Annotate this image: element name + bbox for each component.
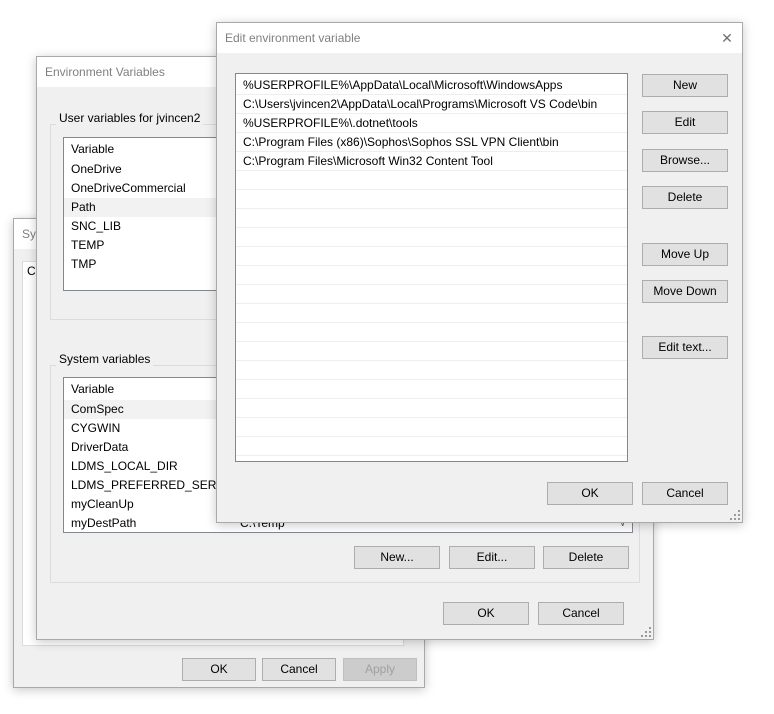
system-delete-button[interactable]: Delete [543, 546, 629, 569]
resize-grip-icon[interactable] [730, 510, 740, 520]
cancel-button[interactable]: Cancel [262, 658, 336, 681]
path-entry-row[interactable]: C:\Program Files\Microsoft Win32 Content… [236, 152, 627, 171]
empty-row[interactable] [236, 418, 627, 437]
edit-button[interactable]: Edit [642, 111, 728, 134]
empty-row[interactable] [236, 323, 627, 342]
empty-row[interactable] [236, 190, 627, 209]
path-entry-row[interactable]: C:\Users\jvincen2\AppData\Local\Programs… [236, 95, 627, 114]
move-up-button[interactable]: Move Up [642, 243, 728, 266]
empty-row[interactable] [236, 209, 627, 228]
path-entries-list[interactable]: %USERPROFILE%\AppData\Local\Microsoft\Wi… [235, 73, 628, 462]
empty-row[interactable] [236, 342, 627, 361]
new-button[interactable]: New [642, 74, 728, 97]
path-entry-row[interactable]: %USERPROFILE%\.dotnet\tools [236, 114, 627, 133]
move-down-button[interactable]: Move Down [642, 280, 728, 303]
empty-row[interactable] [236, 171, 627, 190]
path-entry-row[interactable]: %USERPROFILE%\AppData\Local\Microsoft\Wi… [236, 76, 627, 95]
edit-dialog-title: Edit environment variable [217, 23, 742, 53]
empty-row[interactable] [236, 228, 627, 247]
close-icon[interactable]: ✕ [712, 23, 742, 53]
delete-button[interactable]: Delete [642, 186, 728, 209]
apply-button[interactable]: Apply [343, 658, 417, 681]
empty-row[interactable] [236, 304, 627, 323]
resize-grip-icon[interactable] [641, 627, 651, 637]
edit-environment-variable-dialog: Edit environment variable ✕ %USERPROFILE… [216, 22, 743, 523]
browse-button[interactable]: Browse... [642, 149, 728, 172]
ok-button[interactable]: OK [443, 602, 529, 625]
ok-button[interactable]: OK [547, 482, 633, 505]
empty-row[interactable] [236, 285, 627, 304]
list-item-name: myDestPath [71, 516, 137, 530]
empty-row[interactable] [236, 266, 627, 285]
system-edit-button[interactable]: Edit... [449, 546, 535, 569]
system-new-button[interactable]: New... [354, 546, 440, 569]
edit-text-button[interactable]: Edit text... [642, 336, 728, 359]
empty-row[interactable] [236, 399, 627, 418]
system-variables-label: System variables [56, 352, 154, 366]
empty-row[interactable] [236, 380, 627, 399]
cancel-button[interactable]: Cancel [642, 482, 728, 505]
user-variables-label: User variables for jvincen2 [56, 111, 204, 125]
ok-button[interactable]: OK [182, 658, 256, 681]
cancel-button[interactable]: Cancel [538, 602, 624, 625]
empty-row[interactable] [236, 247, 627, 266]
path-entry-row[interactable]: C:\Program Files (x86)\Sophos\Sophos SSL… [236, 133, 627, 152]
empty-row[interactable] [236, 361, 627, 380]
empty-row[interactable] [236, 437, 627, 456]
